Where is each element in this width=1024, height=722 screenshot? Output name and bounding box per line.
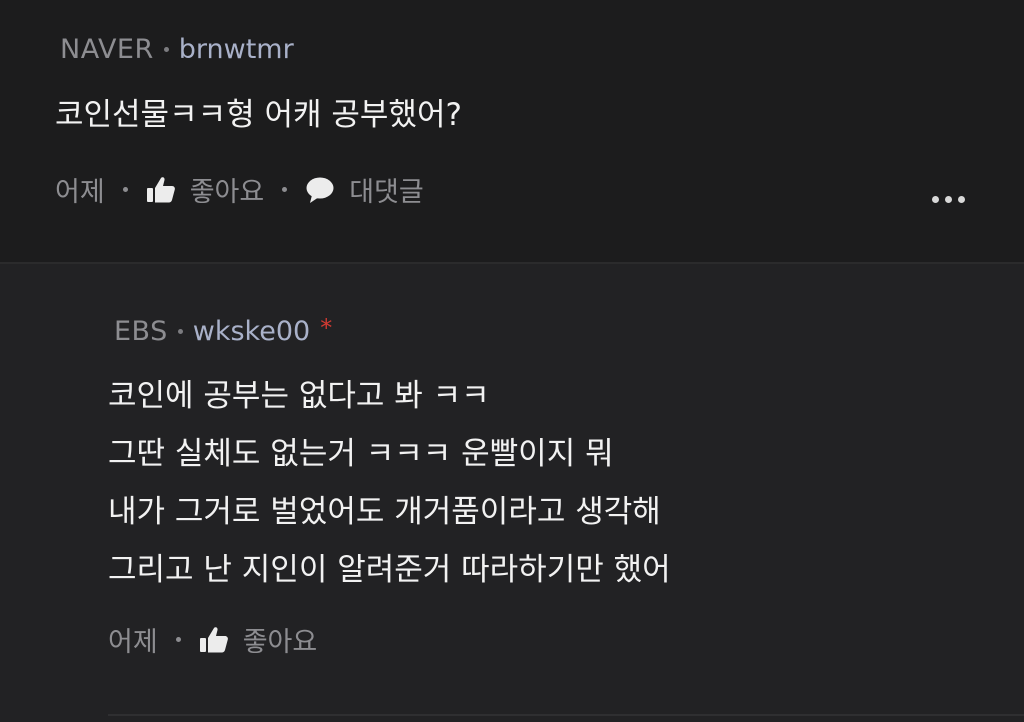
- separator-dot: [122, 187, 128, 192]
- separator-dot: [163, 47, 169, 52]
- comment-text: 코인선물ㅋㅋ형 어캐 공부했어?: [55, 86, 462, 144]
- reply-text: 코인에 공부는 없다고 봐 ㅋㅋ 그딴 실체도 없는거 ㅋㅋㅋ 운빨이지 뭐 내…: [108, 367, 671, 599]
- reply-time: 어제: [108, 627, 158, 658]
- reply-text-line: 그딴 실체도 없는거 ㅋㅋㅋ 운빨이지 뭐: [108, 436, 614, 472]
- reply-meta: EBS wkske00 *: [114, 313, 333, 348]
- comment-actions: 어제 좋아요 대댓글: [55, 170, 424, 209]
- separator-dot: [282, 187, 288, 192]
- like-label: 좋아요: [189, 177, 265, 208]
- thumbs-up-icon: [199, 626, 229, 654]
- more-dots-icon[interactable]: [932, 196, 965, 203]
- reply-actions: 어제 좋아요: [108, 620, 317, 659]
- reply-comment: EBS wkske00 * 코인에 공부는 없다고 봐 ㅋㅋ 그딴 실체도 없는…: [0, 264, 1024, 722]
- thumbs-up-icon: [146, 176, 176, 204]
- comment: NAVER brnwtmr 코인선물ㅋㅋ형 어캐 공부했어? 어제 좋아요 대댓…: [0, 0, 1024, 262]
- separator-dot: [175, 637, 181, 642]
- comment-source: NAVER: [60, 34, 154, 65]
- reply-text-line: 코인에 공부는 없다고 봐 ㅋㅋ: [108, 378, 490, 414]
- reply-label: 대댓글: [349, 177, 424, 208]
- like-label: 좋아요: [242, 627, 318, 658]
- author-badge: *: [320, 313, 333, 342]
- reply-text-line: 그리고 난 지인이 알려준거 따라하기만 했어: [108, 552, 671, 588]
- like-button[interactable]: 좋아요: [146, 170, 265, 209]
- divider: [108, 714, 1024, 716]
- more-dot: [958, 196, 965, 203]
- reply-username[interactable]: wkske00: [193, 316, 310, 347]
- more-dot: [945, 196, 952, 203]
- comment-meta: NAVER brnwtmr: [60, 34, 294, 65]
- reply-source: EBS: [114, 316, 168, 347]
- comment-username[interactable]: brnwtmr: [179, 34, 294, 65]
- like-button[interactable]: 좋아요: [199, 620, 318, 659]
- comment-time: 어제: [55, 177, 105, 208]
- reply-text-line: 내가 그거로 벌었어도 개거품이라고 생각해: [108, 494, 661, 530]
- comment-thread: NAVER brnwtmr 코인선물ㅋㅋ형 어캐 공부했어? 어제 좋아요 대댓…: [0, 0, 1024, 722]
- comment-text-line: 코인선물ㅋㅋ형 어캐 공부했어?: [55, 97, 462, 133]
- reply-button[interactable]: 대댓글: [305, 170, 424, 209]
- more-dot: [932, 196, 939, 203]
- speech-bubble-icon: [305, 176, 335, 204]
- separator-dot: [177, 329, 183, 334]
